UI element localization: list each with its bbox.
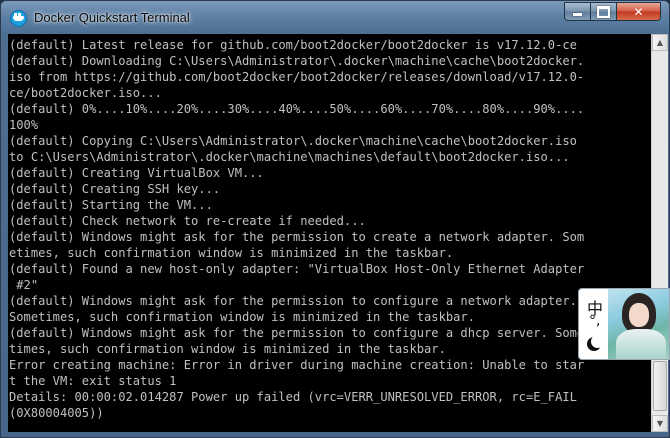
scroll-down-button[interactable]: ▼ <box>652 415 668 432</box>
vertical-scrollbar[interactable]: ▲ ▼ <box>651 34 668 432</box>
docker-whale-icon[interactable] <box>10 10 27 27</box>
chevron-up-icon: ▲ <box>656 38 664 47</box>
console-output-area[interactable]: (default) Latest release for github.com/… <box>8 34 651 432</box>
chevron-down-icon: ▼ <box>656 419 664 428</box>
punctuation-icon[interactable]: °, <box>589 314 600 328</box>
title-bar[interactable]: Docker Quickstart Terminal ✕ <box>1 1 669 34</box>
scroll-up-button[interactable]: ▲ <box>652 34 668 51</box>
moon-icon[interactable] <box>587 335 604 351</box>
console-text: (default) Latest release for github.com/… <box>9 38 585 420</box>
window-controls: ✕ <box>564 2 661 22</box>
minimize-icon <box>573 13 582 16</box>
ime-skin-image <box>608 289 669 359</box>
scrollbar-thumb[interactable] <box>653 361 667 411</box>
ime-toolbar[interactable]: 中 °, <box>578 288 670 360</box>
minimize-button[interactable] <box>564 2 591 21</box>
maximize-button[interactable] <box>591 2 617 21</box>
close-button[interactable]: ✕ <box>617 2 661 21</box>
close-icon: ✕ <box>633 4 644 19</box>
terminal-window: Docker Quickstart Terminal ✕ (default) L… <box>0 0 670 438</box>
maximize-icon <box>597 5 610 18</box>
window-title: Docker Quickstart Terminal <box>34 10 190 25</box>
window-bottom-border <box>1 432 669 437</box>
